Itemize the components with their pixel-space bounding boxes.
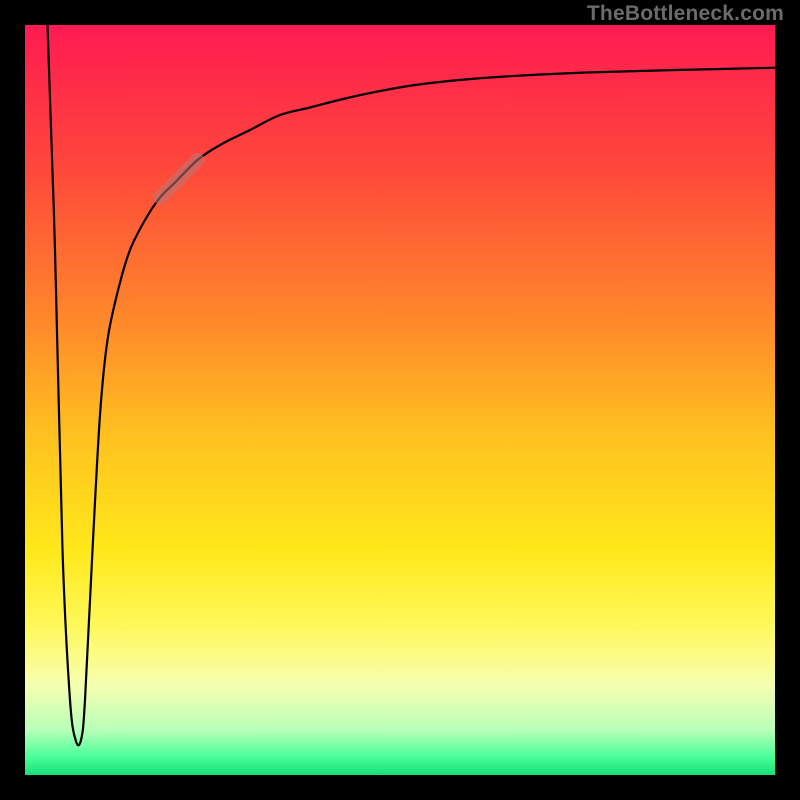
chart-frame: TheBottleneck.com bbox=[0, 0, 800, 800]
bottleneck-chart bbox=[0, 0, 800, 800]
plot-background bbox=[25, 25, 775, 775]
